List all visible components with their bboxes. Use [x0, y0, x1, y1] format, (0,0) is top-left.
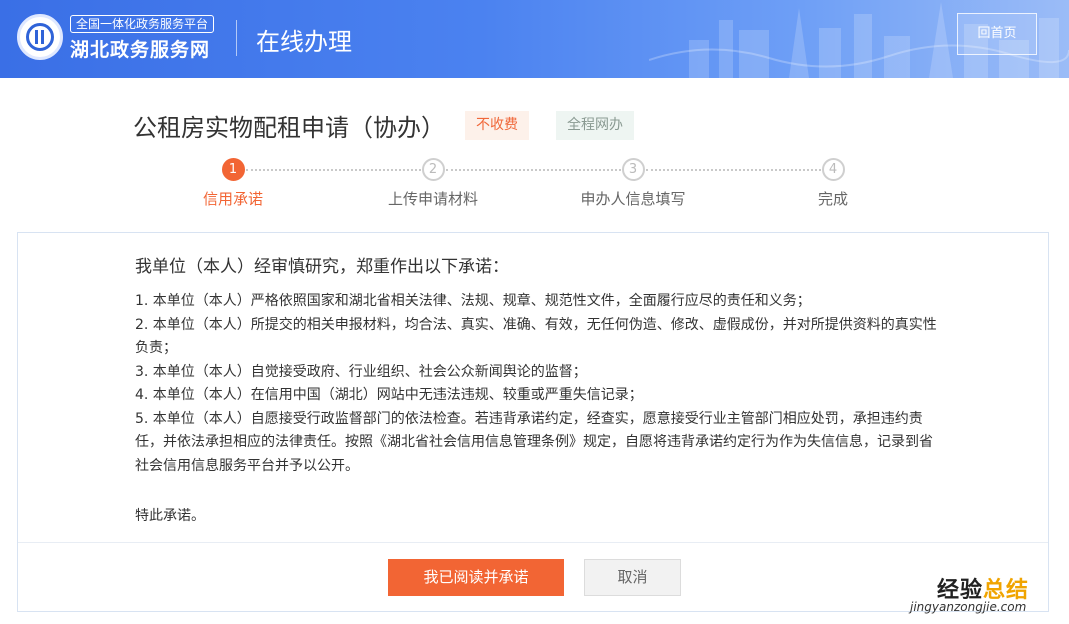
pledge-item: 4. 本单位（本人）在信用中国（湖北）网站中无违法违规、较重或严重失信记录；	[135, 387, 643, 403]
pledge-closing: 特此承诺。	[135, 508, 205, 524]
site-name[interactable]: 湖北政务服务网	[70, 35, 210, 62]
watermark-url: jingyanzongjie.com	[910, 600, 1027, 614]
pledge-heading: 我单位（本人）经审慎研究，郑重作出以下承诺：	[135, 257, 509, 277]
step-number: 1	[221, 158, 245, 181]
section-title: 在线办理	[256, 28, 352, 56]
step-label: 完成	[817, 190, 848, 208]
step-credit-pledge: 1 信用承诺	[133, 155, 333, 209]
pledge-item: 5. 本单位（本人）自愿接受行政监督部门的依法检查。若违背承诺约定，经查实，愿意…	[135, 410, 933, 474]
panel-divider	[18, 542, 1048, 543]
pledge-panel: 我单位（本人）经审慎研究，郑重作出以下承诺： 1. 本单位（本人）严格依照国家和…	[17, 232, 1049, 612]
hubei-gov-logo-icon[interactable]	[17, 14, 63, 60]
step-complete: 4 完成	[733, 155, 933, 209]
step-label: 申办人信息填写	[580, 190, 686, 208]
step-label: 信用承诺	[202, 190, 263, 208]
tag-full-online: 全程网办	[556, 111, 634, 140]
top-header: 全国一体化政务服务平台 湖北政务服务网 在线办理 回首页	[0, 0, 1069, 78]
step-applicant-info: 3 申办人信息填写	[533, 155, 733, 209]
page-title: 公租房实物配租申请（协办）	[133, 114, 445, 142]
pledge-item: 3. 本单位（本人）自觉接受政府、行业组织、社会公众新闻舆论的监督；	[135, 363, 587, 380]
header-divider	[236, 20, 237, 56]
pledge-list: 1. 本单位（本人）严格依照国家和湖北省相关法律、法规、规章、规范性文件，全面履…	[135, 290, 943, 478]
platform-tagline: 全国一体化政务服务平台	[70, 15, 215, 33]
step-number: 3	[621, 158, 645, 181]
step-upload-materials: 2 上传申请材料	[333, 155, 533, 209]
pledge-item: 2. 本单位（本人）所提交的相关申报材料，均合法、真实、准确、有效，无任何伪造、…	[135, 316, 937, 357]
progress-steps: 1 信用承诺 2 上传申请材料 3 申办人信息填写 4 完成	[0, 155, 1069, 215]
agree-button[interactable]: 我已阅读并承诺	[388, 559, 564, 596]
pledge-item: 1. 本单位（本人）严格依照国家和湖北省相关法律、法规、规章、规范性文件，全面履…	[135, 293, 811, 309]
tag-no-fee: 不收费	[465, 111, 529, 140]
step-number: 4	[821, 158, 845, 181]
home-button[interactable]: 回首页	[957, 13, 1037, 55]
cancel-button[interactable]: 取消	[584, 559, 681, 596]
step-number: 2	[421, 158, 445, 181]
step-label: 上传申请材料	[387, 190, 478, 208]
